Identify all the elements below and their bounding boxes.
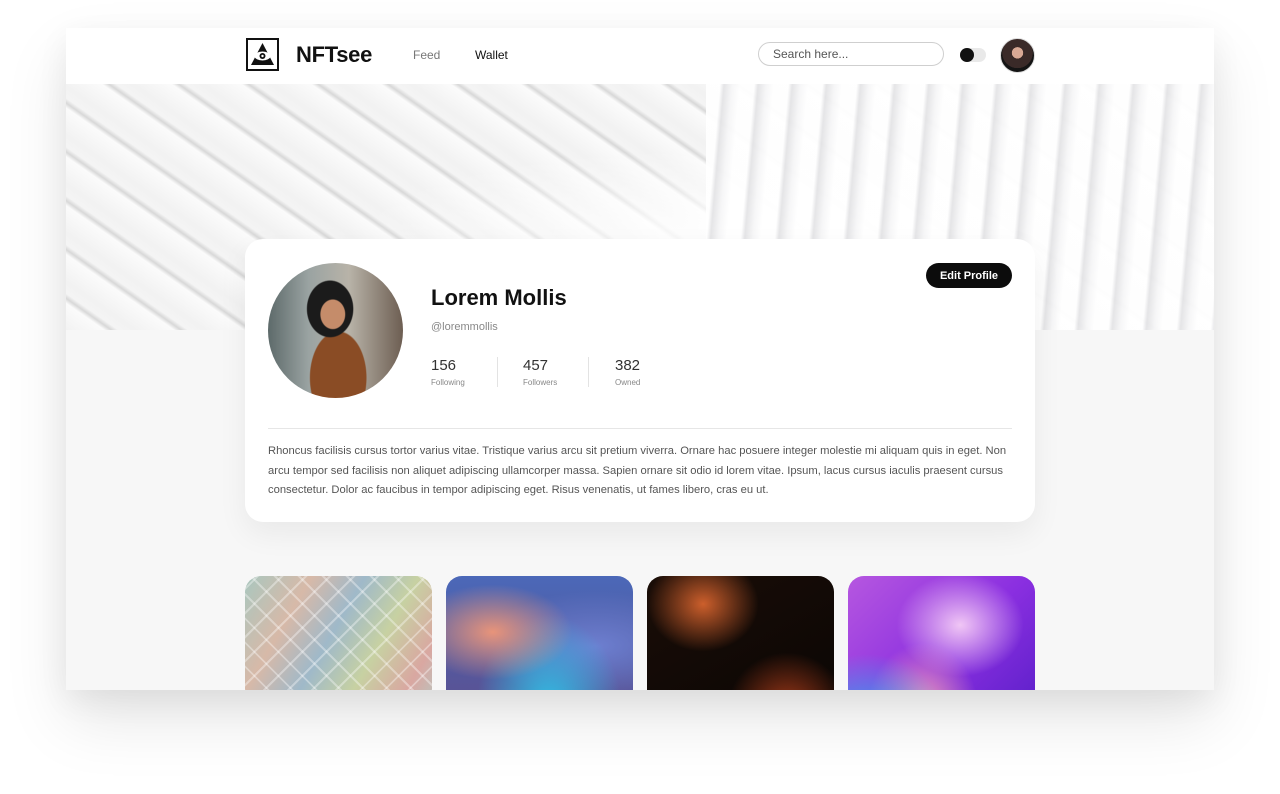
toggle-knob xyxy=(960,48,974,62)
stat-value: 457 xyxy=(523,357,549,374)
nft-card-tiles[interactable] xyxy=(245,576,432,690)
stat-divider xyxy=(588,357,589,387)
profile-name: Lorem Mollis xyxy=(431,285,567,310)
stat-value: 156 xyxy=(431,357,457,374)
theme-toggle[interactable] xyxy=(960,48,986,62)
user-avatar[interactable] xyxy=(1000,38,1035,73)
profile-avatar xyxy=(268,263,403,398)
card-divider xyxy=(268,428,1012,429)
profile-bio: Rhoncus facilisis cursus tortor varius v… xyxy=(268,445,1007,496)
profile-card: Lorem Mollis @loremmollis 156 Following … xyxy=(245,239,1035,522)
nft-card-ember[interactable] xyxy=(647,576,834,690)
search-input[interactable] xyxy=(758,42,944,66)
logo-glyph xyxy=(251,43,274,65)
stat-following[interactable]: 156 Following xyxy=(431,357,465,387)
stat-value: 382 xyxy=(615,357,641,374)
app-window: NFTsee Feed Wallet Lorem Mollis @loremmo… xyxy=(66,28,1214,690)
eye-triangle-logo-icon[interactable] xyxy=(246,38,279,71)
profile-handle: @loremmollis xyxy=(431,321,498,333)
top-navbar: NFTsee Feed Wallet xyxy=(66,28,1214,84)
stat-divider xyxy=(497,357,498,387)
brand-name[interactable]: NFTsee xyxy=(296,42,372,68)
edit-profile-button[interactable]: Edit Profile xyxy=(926,263,1012,288)
nav-link-wallet[interactable]: Wallet xyxy=(475,48,508,62)
nft-card-gradient[interactable] xyxy=(848,576,1035,690)
stat-label: Followers xyxy=(523,378,558,387)
nft-card-blur[interactable] xyxy=(446,576,633,690)
nav-link-feed[interactable]: Feed xyxy=(413,48,440,62)
stat-label: Owned xyxy=(615,378,641,387)
stat-label: Following xyxy=(431,378,465,387)
stat-followers[interactable]: 457 Followers xyxy=(523,357,557,387)
stat-owned[interactable]: 382 Owned xyxy=(615,357,640,387)
